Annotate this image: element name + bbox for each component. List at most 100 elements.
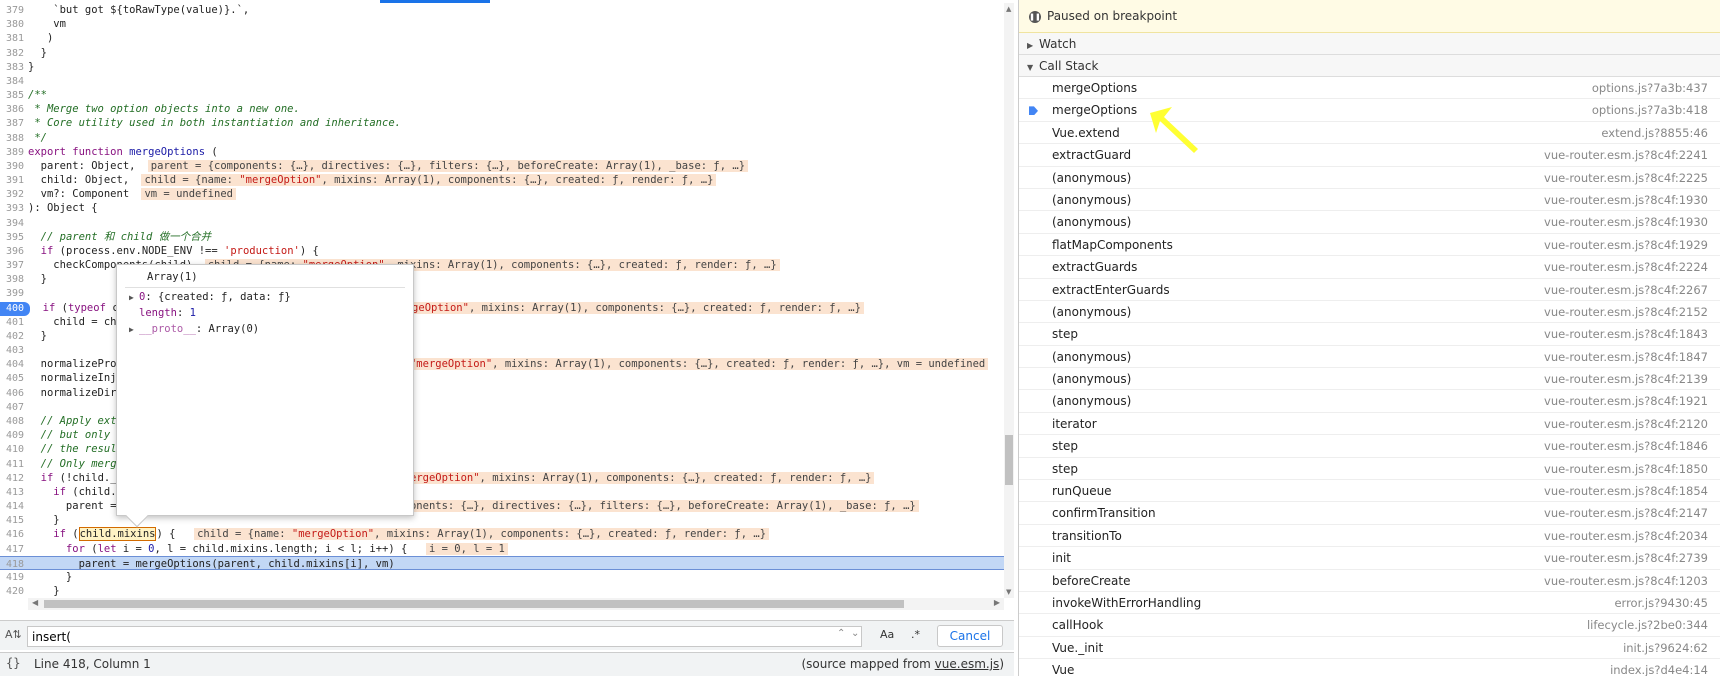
line-number[interactable]: 379 — [0, 4, 28, 18]
code-line[interactable]: 388 */ — [0, 131, 1004, 145]
scroll-up-arrow-icon[interactable]: ▲ — [1006, 5, 1011, 13]
line-number[interactable]: 388 — [0, 132, 28, 146]
frame-location-link[interactable]: options.js?7a3b:437 — [1592, 77, 1708, 99]
line-number[interactable]: 417 — [0, 543, 28, 557]
search-input[interactable] — [28, 627, 861, 646]
line-number[interactable]: 419 — [0, 571, 28, 585]
frame-location-link[interactable]: vue-router.esm.js?8c4f:1203 — [1544, 570, 1708, 592]
line-number[interactable]: 399 — [0, 287, 28, 301]
call-stack-frame[interactable]: Vue.extend extend.js?8855:46 — [1019, 122, 1720, 145]
line-number[interactable]: 380 — [0, 18, 28, 32]
frame-location-link[interactable]: vue-router.esm.js?8c4f:1843 — [1544, 323, 1708, 345]
frame-location-link[interactable]: vue-router.esm.js?8c4f:2139 — [1544, 368, 1708, 390]
call-stack-frame[interactable]: extractEnterGuards vue-router.esm.js?8c4f… — [1019, 279, 1720, 301]
frame-location-link[interactable]: vue-router.esm.js?8c4f:1847 — [1544, 346, 1708, 368]
code-line[interactable]: 417 for (let i = 0, l = child.mixins.len… — [0, 542, 1004, 556]
call-stack-frame[interactable]: flatMapComponents vue-router.esm.js?8c4f:… — [1019, 234, 1720, 257]
frame-location-link[interactable]: extend.js?8855:46 — [1601, 122, 1708, 144]
call-stack-frame[interactable]: callHook lifecycle.js?2be0:344 — [1019, 614, 1720, 637]
code-line[interactable]: 416 if (child.mixins) { child = {name: "… — [0, 527, 1004, 542]
call-stack-frame[interactable]: confirmTransition vue-router.esm.js?8c4f:… — [1019, 502, 1720, 525]
line-number[interactable]: 384 — [0, 75, 28, 89]
frame-location-link[interactable]: init.js?9624:62 — [1623, 637, 1708, 659]
frame-location-link[interactable]: options.js?7a3b:418 — [1592, 99, 1708, 121]
call-stack-frame[interactable]: (anonymous) vue-router.esm.js?8c4f:1847 — [1019, 346, 1720, 369]
call-stack-frame[interactable]: Vue index.js?d4e4:14 — [1019, 659, 1720, 676]
line-number[interactable]: 420 — [0, 585, 28, 598]
frame-location-link[interactable]: vue-router.esm.js?8c4f:2739 — [1544, 547, 1708, 569]
line-number[interactable]: 401 — [0, 316, 28, 330]
call-stack-frame[interactable]: Vue._init init.js?9624:62 — [1019, 637, 1720, 660]
breakpoint-line-number[interactable]: 400 — [0, 301, 30, 316]
line-number[interactable]: 406 — [0, 387, 28, 401]
line-number[interactable]: 409 — [0, 429, 28, 443]
line-number[interactable]: 381 — [0, 32, 28, 46]
call-stack-frame[interactable]: iterator vue-router.esm.js?8c4f:2120 — [1019, 413, 1720, 436]
code-line[interactable]: 394 — [0, 216, 1004, 230]
code-line[interactable]: 385/** — [0, 88, 1004, 102]
line-number[interactable]: 390 — [0, 160, 28, 174]
scroll-right-arrow-icon[interactable]: ▶ — [994, 598, 1000, 607]
line-number[interactable]: 416 — [0, 528, 28, 542]
line-number[interactable]: 394 — [0, 217, 28, 231]
line-number[interactable]: 392 — [0, 188, 28, 202]
match-case-toggle[interactable]: Aa — [880, 628, 894, 641]
frame-location-link[interactable]: vue-router.esm.js?8c4f:2034 — [1544, 525, 1708, 547]
frame-location-link[interactable]: vue-router.esm.js?8c4f:2152 — [1544, 301, 1708, 323]
line-number[interactable]: 408 — [0, 415, 28, 429]
search-replace-icon[interactable]: A⇅ — [5, 628, 22, 641]
call-stack-frame[interactable]: transitionTo vue-router.esm.js?8c4f:2034 — [1019, 525, 1720, 548]
scroll-left-arrow-icon[interactable]: ◀ — [32, 598, 38, 607]
line-number[interactable]: 397 — [0, 259, 28, 273]
line-number[interactable]: 414 — [0, 500, 28, 514]
line-number[interactable]: 407 — [0, 401, 28, 415]
line-number[interactable]: 413 — [0, 486, 28, 500]
code-line[interactable]: 395 // parent 和 child 做一个合并 — [0, 230, 1004, 244]
call-stack-frame[interactable]: step vue-router.esm.js?8c4f:1850 — [1019, 458, 1720, 481]
call-stack-frame[interactable]: step vue-router.esm.js?8c4f:1846 — [1019, 435, 1720, 458]
frame-location-link[interactable]: vue-router.esm.js?8c4f:1921 — [1544, 390, 1708, 412]
call-stack-frame[interactable]: (anonymous) vue-router.esm.js?8c4f:2152 — [1019, 301, 1720, 324]
code-line[interactable]: 420 } — [0, 584, 1004, 598]
line-number[interactable]: 391 — [0, 174, 28, 188]
source-editor[interactable]: 379 `but got ${toRawType(value)}.`, 380 v… — [0, 0, 1014, 618]
call-stack-frame[interactable]: step vue-router.esm.js?8c4f:1843 — [1019, 323, 1720, 346]
line-number[interactable]: 389 — [0, 146, 28, 160]
call-stack-frame[interactable]: invokeWithErrorHandling error.js?9430:45 — [1019, 592, 1720, 615]
line-number[interactable]: 398 — [0, 273, 28, 287]
call-stack-frame[interactable]: extractGuard vue-router.esm.js?8c4f:2241 — [1019, 144, 1720, 167]
call-stack-section-header[interactable]: ▼ Call Stack — [1019, 55, 1720, 77]
call-stack-frame[interactable]: mergeOptions options.js?7a3b:437 — [1019, 77, 1720, 100]
code-line[interactable]: 391 child: Object, child = {name: "merge… — [0, 173, 1004, 187]
call-stack-frame[interactable]: extractGuards vue-router.esm.js?8c4f:2224 — [1019, 256, 1720, 279]
frame-location-link[interactable]: vue-router.esm.js?8c4f:1854 — [1544, 480, 1708, 502]
code-line[interactable]: 393): Object { — [0, 201, 1004, 215]
code-line[interactable]: 386 * Merge two option objects into a ne… — [0, 102, 1004, 116]
watch-section-header[interactable]: ▶ Watch — [1019, 33, 1720, 55]
frame-location-link[interactable]: vue-router.esm.js?8c4f:1930 — [1544, 189, 1708, 211]
call-stack-frame[interactable]: (anonymous) vue-router.esm.js?8c4f:2139 — [1019, 368, 1720, 391]
call-stack-frame[interactable]: (anonymous) vue-router.esm.js?8c4f:1921 — [1019, 390, 1720, 413]
code-line[interactable]: 396 if (process.env.NODE_ENV !== 'produc… — [0, 244, 1004, 258]
line-number[interactable]: 387 — [0, 117, 28, 131]
popover-property-row[interactable]: ▶ __proto__: Array(0) — [117, 320, 413, 336]
line-number[interactable]: 415 — [0, 514, 28, 528]
line-number[interactable]: 386 — [0, 103, 28, 117]
code-line[interactable]: 379 `but got ${toRawType(value)}.`, — [0, 3, 1004, 17]
call-stack-frame[interactable]: (anonymous) vue-router.esm.js?8c4f:1930 — [1019, 189, 1720, 212]
pretty-print-button[interactable]: {} — [6, 656, 20, 670]
next-match-icon[interactable]: ⌄ — [851, 628, 859, 639]
editor-horizontal-scrollbar[interactable]: ◀ ▶ — [28, 598, 1004, 610]
line-number[interactable]: 393 — [0, 202, 28, 216]
code-line[interactable]: 390 parent: Object, parent = {components… — [0, 159, 1004, 173]
call-stack-frame[interactable]: (anonymous) vue-router.esm.js?8c4f:2225 — [1019, 167, 1720, 189]
line-number[interactable]: 404 — [0, 358, 28, 372]
previous-match-icon[interactable]: ⌃ — [837, 628, 845, 639]
line-number[interactable]: 410 — [0, 443, 28, 457]
line-number[interactable]: 412 — [0, 472, 28, 486]
scroll-down-arrow-icon[interactable]: ▼ — [1006, 588, 1011, 596]
frame-location-link[interactable]: error.js?9430:45 — [1614, 592, 1708, 614]
line-number[interactable]: 405 — [0, 372, 28, 386]
source-map-link[interactable]: vue.esm.js — [935, 657, 1000, 671]
call-stack-frame[interactable]: beforeCreate vue-router.esm.js?8c4f:1203 — [1019, 570, 1720, 592]
